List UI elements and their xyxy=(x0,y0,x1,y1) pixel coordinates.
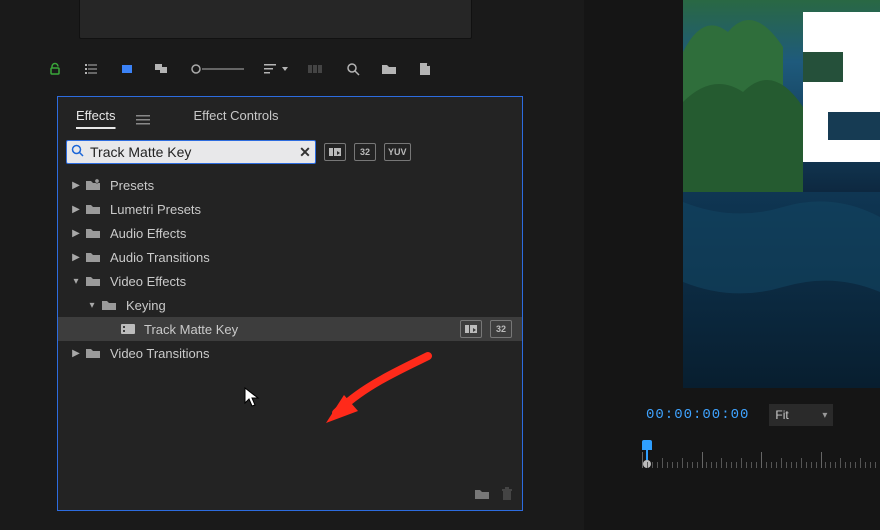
tree-label: Lumetri Presets xyxy=(110,202,201,217)
tree-folder-audio-transitions[interactable]: ▶ Audio Transitions xyxy=(58,245,522,269)
clear-search-icon[interactable]: ✕ xyxy=(295,144,315,161)
tree-folder-keying[interactable]: ▾ Keying xyxy=(58,293,522,317)
tree-folder-audio-effects[interactable]: ▶ Audio Effects xyxy=(58,221,522,245)
new-bin-icon[interactable] xyxy=(378,58,400,80)
folder-icon xyxy=(84,274,102,288)
tree-label: Audio Transitions xyxy=(110,250,210,265)
folder-icon xyxy=(84,226,102,240)
chevron-right-icon: ▶ xyxy=(68,252,84,263)
timeline-scrubber[interactable] xyxy=(642,440,880,468)
list-view-icon[interactable] xyxy=(80,58,102,80)
32bit-badge: 32 xyxy=(490,320,512,338)
icon-view-icon[interactable] xyxy=(116,58,138,80)
chevron-down-icon: ▾ xyxy=(84,300,100,311)
effect-icon xyxy=(120,321,136,337)
chevron-right-icon: ▶ xyxy=(68,180,84,191)
automate-to-sequence-icon xyxy=(306,58,328,80)
tree-item-track-matte-key[interactable]: Track Matte Key 32 xyxy=(58,317,522,341)
folder-icon xyxy=(84,346,102,360)
zoom-level-select[interactable]: Fit ▾ xyxy=(769,404,833,426)
find-icon[interactable] xyxy=(342,58,364,80)
chevron-right-icon: ▶ xyxy=(68,348,84,359)
source-monitor-placeholder xyxy=(79,0,472,39)
chevron-right-icon: ▶ xyxy=(68,228,84,239)
freeform-view-icon[interactable] xyxy=(152,58,174,80)
tree-folder-lumetri[interactable]: ▶ Lumetri Presets xyxy=(58,197,522,221)
tree-label: Audio Effects xyxy=(110,226,186,241)
program-monitor[interactable] xyxy=(683,0,880,388)
chevron-down-icon: ▾ xyxy=(822,410,827,421)
tree-folder-presets[interactable]: ▶ Presets xyxy=(58,173,522,197)
effects-search-input[interactable] xyxy=(90,144,295,160)
new-bin-icon[interactable] xyxy=(474,487,490,504)
program-monitor-panel: 00:00:00:00 Fit ▾ xyxy=(584,0,880,530)
tab-effects[interactable]: Effects xyxy=(70,102,122,129)
yuv-effects-filter[interactable]: YUV xyxy=(384,143,411,161)
timecode-display[interactable]: 00:00:00:00 xyxy=(646,407,749,423)
effects-tree: ▶ Presets ▶ Lumetri Presets ▶ Audio Effe… xyxy=(58,169,522,369)
lock-icon[interactable] xyxy=(44,58,66,80)
accelerated-badge xyxy=(460,320,482,338)
zoom-slider-icon[interactable] xyxy=(188,58,248,80)
tree-label: Track Matte Key xyxy=(144,322,238,337)
new-item-icon[interactable] xyxy=(414,58,436,80)
monitor-frame-image xyxy=(683,0,880,388)
tree-folder-video-transitions[interactable]: ▶ Video Transitions xyxy=(58,341,522,365)
chevron-right-icon: ▶ xyxy=(68,204,84,215)
32bit-effects-filter[interactable]: 32 xyxy=(354,143,376,161)
panel-menu-icon[interactable] xyxy=(136,114,150,129)
folder-icon xyxy=(84,250,102,264)
tree-label: Video Effects xyxy=(110,274,186,289)
tree-label: Keying xyxy=(126,298,166,313)
chevron-down-icon: ▾ xyxy=(68,276,84,287)
sort-icon[interactable] xyxy=(262,58,292,80)
timeline-ruler xyxy=(642,440,880,468)
tree-label: Video Transitions xyxy=(110,346,210,361)
delete-icon xyxy=(500,487,514,504)
project-toolbar xyxy=(44,55,450,83)
effects-search-box[interactable]: ✕ xyxy=(66,140,316,164)
zoom-level-label: Fit xyxy=(775,408,788,422)
tree-label: Presets xyxy=(110,178,154,193)
effects-panel: Effects Effect Controls ✕ 32 xyxy=(57,96,523,511)
preset-bin-icon xyxy=(84,178,102,192)
folder-icon xyxy=(84,202,102,216)
mouse-cursor-icon xyxy=(244,387,260,407)
tab-effect-controls[interactable]: Effect Controls xyxy=(188,102,285,129)
folder-icon xyxy=(100,298,118,312)
search-icon xyxy=(71,144,84,160)
accelerated-effects-filter[interactable] xyxy=(324,143,346,161)
tree-folder-video-effects[interactable]: ▾ Video Effects xyxy=(58,269,522,293)
